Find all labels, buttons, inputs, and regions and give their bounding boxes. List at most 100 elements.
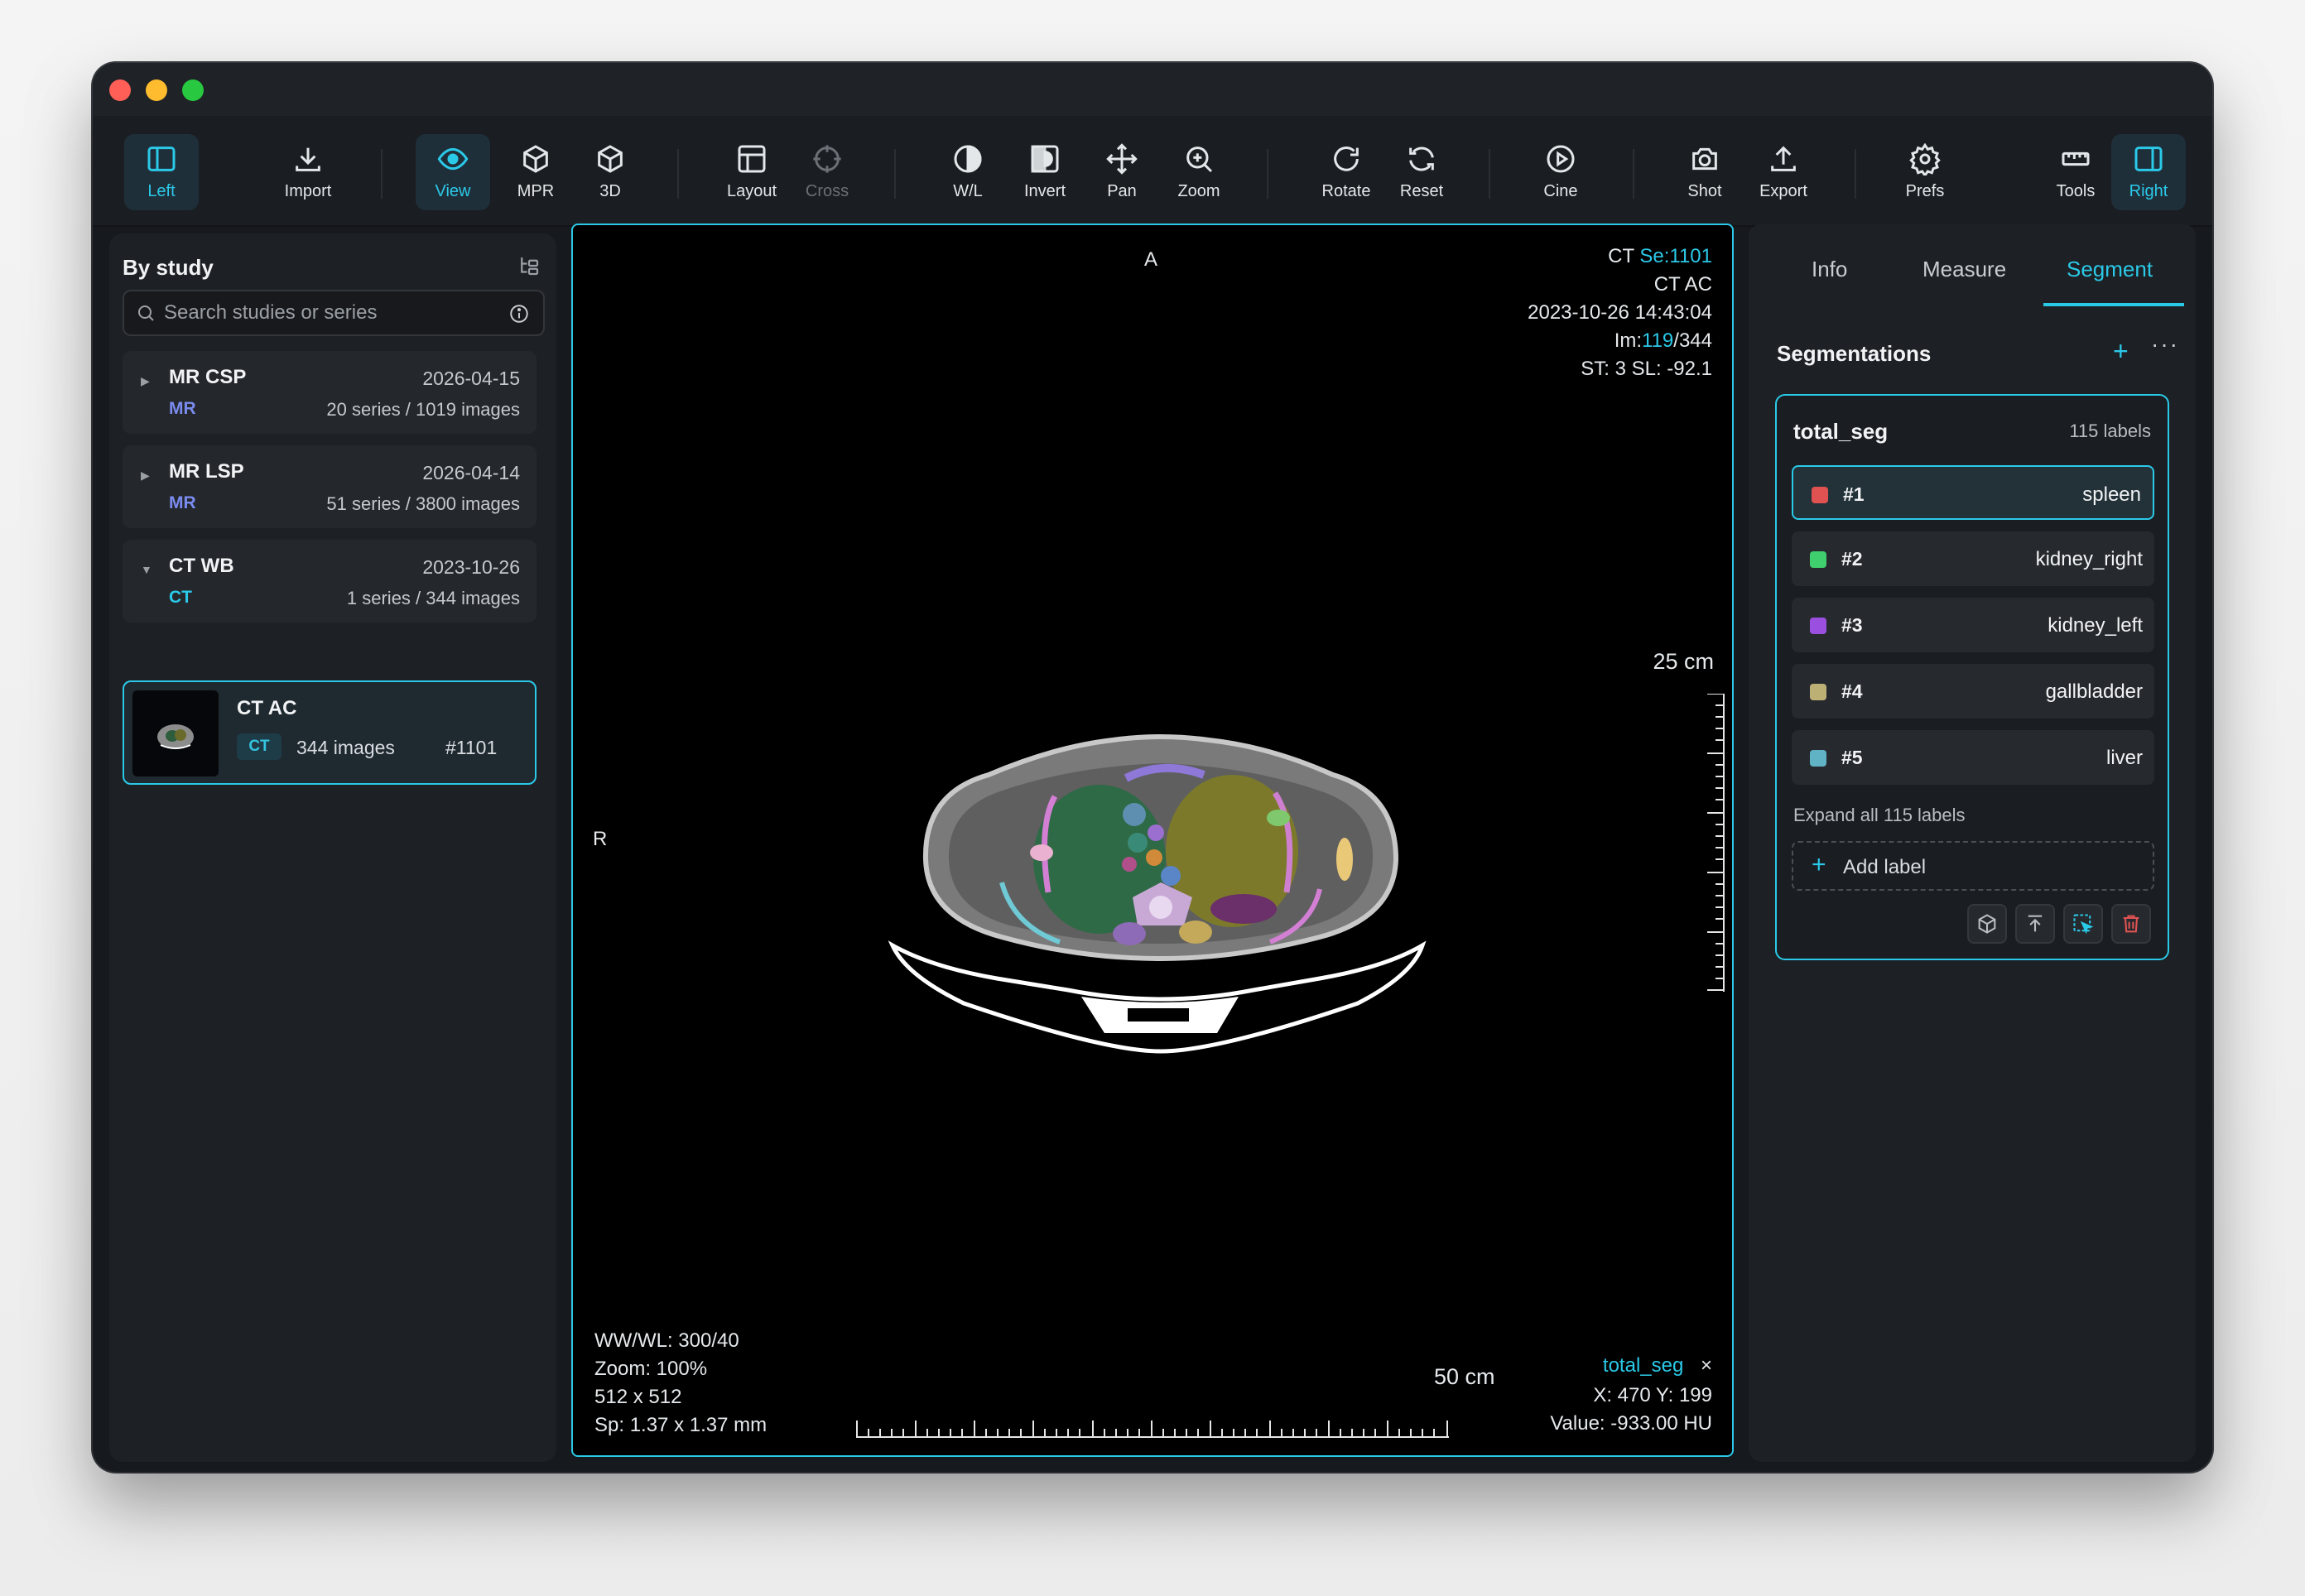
- study-item[interactable]: ▶ MR LSP 2026-04-14 MR 51 series / 3800 …: [123, 445, 537, 528]
- close-icon[interactable]: ×: [1701, 1354, 1712, 1377]
- title-bar: [93, 63, 2212, 116]
- window-level-button[interactable]: W/L: [931, 134, 1005, 210]
- close-window-button[interactable]: [109, 79, 131, 101]
- tools-button[interactable]: Tools: [2038, 134, 2113, 210]
- cursor-coords: X: 470 Y: 199: [1593, 1384, 1712, 1406]
- series-info: CT Se:1101: [1608, 245, 1712, 267]
- prefs-button[interactable]: Prefs: [1888, 134, 1962, 210]
- toolbar-divider: [1267, 149, 1268, 199]
- rotate-icon: [1328, 141, 1364, 177]
- label-count: 115 labels: [2069, 421, 2151, 441]
- camera-icon: [1687, 141, 1723, 177]
- toolbar: Left Import View MPR 3D Layout Cross W/L…: [93, 116, 2212, 227]
- invert-button[interactable]: Invert: [1005, 134, 1085, 210]
- search-input[interactable]: [164, 298, 495, 328]
- pan-button[interactable]: Pan: [1085, 134, 1159, 210]
- left-panel-toggle-button[interactable]: Left: [124, 134, 199, 210]
- expand-labels-link[interactable]: Expand all 115 labels: [1793, 805, 1966, 826]
- study-datetime: 2023-10-26 14:43:04: [1528, 301, 1712, 324]
- active-segmentation-name[interactable]: total_seg: [1603, 1354, 1683, 1377]
- rotate-button[interactable]: Rotate: [1305, 134, 1388, 210]
- label-color-swatch[interactable]: [1810, 684, 1826, 700]
- cross-button[interactable]: Cross: [790, 134, 864, 210]
- image-viewport[interactable]: A R CT Se:1101 CT AC 2023-10-26 14:43:04…: [571, 224, 1734, 1457]
- add-label-button[interactable]: + Add label: [1792, 841, 2154, 891]
- toolbar-divider: [894, 149, 896, 199]
- label-item[interactable]: #2 kidney_right: [1792, 531, 2154, 586]
- ruler-icon: [2057, 141, 2094, 177]
- search-icon: [136, 303, 156, 323]
- section-title: Segmentations: [1777, 341, 1932, 366]
- tab-info[interactable]: Info: [1812, 257, 1847, 282]
- upload-icon: [1765, 141, 1802, 177]
- cine-button[interactable]: Cine: [1523, 134, 1598, 210]
- move-icon: [1104, 141, 1140, 177]
- more-options-icon[interactable]: ···: [2151, 331, 2179, 358]
- toolbar-divider: [1633, 149, 1634, 199]
- select-region-button[interactable]: [2063, 904, 2103, 944]
- zoom-button[interactable]: Zoom: [1161, 134, 1237, 210]
- pixel-value: Value: -933.00 HU: [1550, 1412, 1712, 1435]
- upload-seg-button[interactable]: [2015, 904, 2055, 944]
- export-button[interactable]: Export: [1742, 134, 1825, 210]
- modality-badge: MR: [169, 493, 196, 512]
- tab-measure[interactable]: Measure: [1922, 257, 2006, 282]
- download-icon: [290, 141, 326, 177]
- label-color-swatch[interactable]: [1810, 618, 1826, 634]
- expand-caret-icon[interactable]: ▶: [141, 469, 150, 483]
- add-segmentation-button[interactable]: +: [2113, 336, 2129, 367]
- layout-button[interactable]: Layout: [710, 134, 793, 210]
- label-color-swatch[interactable]: [1812, 487, 1828, 503]
- study-browser-panel: By study ▶ MR CSP 2026-04-15 MR 20 serie…: [109, 233, 556, 1462]
- series-item-selected[interactable]: CT AC CT 344 images #1101: [123, 680, 537, 785]
- screenshot-button[interactable]: Shot: [1667, 134, 1742, 210]
- label-item[interactable]: #1 spleen: [1792, 465, 2154, 520]
- label-item[interactable]: #4 gallbladder: [1792, 664, 2154, 719]
- toolbar-divider: [381, 149, 383, 199]
- toolbar-divider: [677, 149, 679, 199]
- vertical-scale-label: 25 cm: [1653, 649, 1714, 674]
- collapse-caret-icon[interactable]: ▼: [141, 563, 152, 576]
- label-color-swatch[interactable]: [1810, 750, 1826, 767]
- series-thumbnail: [132, 690, 219, 776]
- modality-badge: MR: [169, 399, 196, 418]
- zoom-window-button[interactable]: [182, 79, 204, 101]
- reset-button[interactable]: Reset: [1384, 134, 1459, 210]
- slice-info: ST: 3 SL: -92.1: [1581, 358, 1712, 380]
- label-color-swatch[interactable]: [1810, 551, 1826, 568]
- trash-icon: [2123, 915, 2139, 933]
- eye-icon: [435, 141, 471, 177]
- minimize-window-button[interactable]: [146, 79, 167, 101]
- gear-icon: [1907, 141, 1943, 177]
- orientation-top: A: [1144, 248, 1158, 271]
- active-tab-indicator: [2043, 303, 2184, 306]
- mpr-button[interactable]: MPR: [498, 134, 573, 210]
- view-3d-button[interactable]: [1967, 904, 2007, 944]
- 3d-button[interactable]: 3D: [573, 134, 647, 210]
- delete-seg-button[interactable]: [2111, 904, 2151, 944]
- info-icon[interactable]: [508, 303, 530, 324]
- expand-caret-icon[interactable]: ▶: [141, 374, 150, 388]
- ct-image[interactable]: [740, 429, 1565, 1253]
- plus-icon: +: [1812, 851, 1826, 878]
- contrast-icon: [950, 141, 986, 177]
- right-panel-toggle-button[interactable]: Right: [2111, 134, 2186, 210]
- tree-view-icon[interactable]: [517, 253, 541, 278]
- segmentation-card[interactable]: total_seg 115 labels #1 spleen #2 kidney…: [1775, 394, 2169, 960]
- orientation-left: R: [593, 828, 608, 850]
- active-segmentation: total_seg ×: [1603, 1354, 1712, 1377]
- label-item[interactable]: #5 liver: [1792, 730, 2154, 785]
- study-item[interactable]: ▼ CT WB 2023-10-26 CT 1 series / 344 ima…: [123, 540, 537, 623]
- modality-badge: CT: [169, 588, 192, 607]
- window-level-readout: WW/WL: 300/40: [594, 1329, 739, 1352]
- image-index: Im:119/344: [1614, 329, 1712, 352]
- tab-segment[interactable]: Segment: [2067, 257, 2153, 282]
- label-item[interactable]: #3 kidney_left: [1792, 598, 2154, 652]
- panel-title: By study: [123, 255, 214, 280]
- series-description: CT AC: [1653, 273, 1712, 296]
- view-button[interactable]: View: [416, 134, 490, 210]
- right-panel: Info Measure Segment Segmentations + ···…: [1749, 224, 2196, 1462]
- box-3d-icon: [592, 141, 628, 177]
- study-item[interactable]: ▶ MR CSP 2026-04-15 MR 20 series / 1019 …: [123, 351, 537, 434]
- import-button[interactable]: Import: [267, 134, 349, 210]
